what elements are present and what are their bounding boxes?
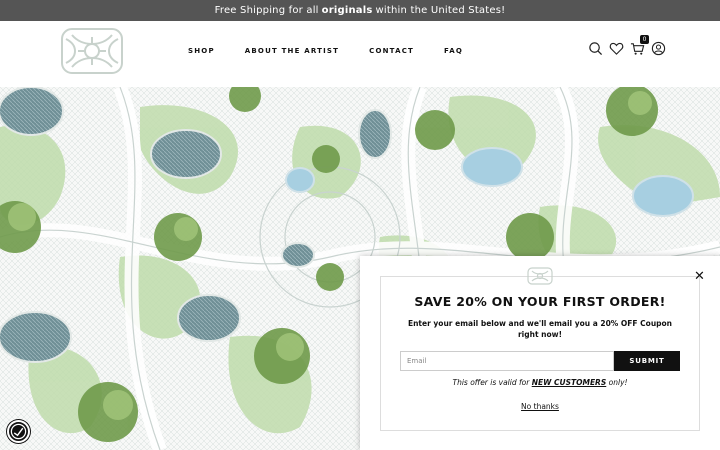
announcement-bar: Free Shipping for all originals within t… — [0, 0, 720, 21]
popup-title: SAVE 20% ON YOUR FIRST ORDER! — [414, 294, 666, 309]
logo[interactable] — [56, 25, 128, 77]
offer-text-bold: NEW CUSTOMERS — [531, 378, 607, 387]
popup-subtitle: Enter your email below and we'll email y… — [407, 319, 673, 339]
main-nav: SHOP ABOUT THE ARTIST CONTACT FAQ — [188, 47, 493, 55]
announcement-text-end: within the United States! — [375, 5, 506, 16]
announcement-text-bold: originals — [321, 5, 373, 16]
accessibility-icon — [10, 423, 27, 440]
discount-popup: ✕ SAVE 20% ON YOUR FIRST ORDER! Enter yo… — [360, 256, 720, 450]
cart-icon[interactable]: 0 — [630, 35, 649, 56]
offer-text-end: only! — [608, 378, 628, 387]
announcement-text-start: Free Shipping for all — [214, 5, 319, 16]
submit-button[interactable]: SUBMIT — [614, 351, 680, 371]
cart-count-badge: 0 — [640, 35, 649, 44]
heart-icon[interactable] — [609, 41, 624, 56]
nav-faq[interactable]: FAQ — [444, 47, 463, 55]
search-icon[interactable] — [588, 41, 603, 56]
nav-about-the-artist[interactable]: ABOUT THE ARTIST — [245, 47, 339, 55]
nav-contact[interactable]: CONTACT — [369, 47, 414, 55]
close-icon[interactable]: ✕ — [694, 270, 705, 283]
nav-shop[interactable]: SHOP — [188, 47, 215, 55]
offer-text-start: This offer is valid for — [452, 378, 530, 387]
accessibility-button[interactable] — [7, 420, 30, 443]
no-thanks-link[interactable]: No thanks — [360, 402, 720, 411]
email-input[interactable] — [400, 351, 614, 371]
offer-text: This offer is valid for NEW CUSTOMERS on… — [360, 378, 720, 387]
account-icon[interactable] — [651, 41, 666, 56]
popup-logo — [527, 267, 553, 285]
site-header: SHOP ABOUT THE ARTIST CONTACT FAQ 0 — [0, 21, 720, 87]
header-icons: 0 — [588, 35, 666, 56]
